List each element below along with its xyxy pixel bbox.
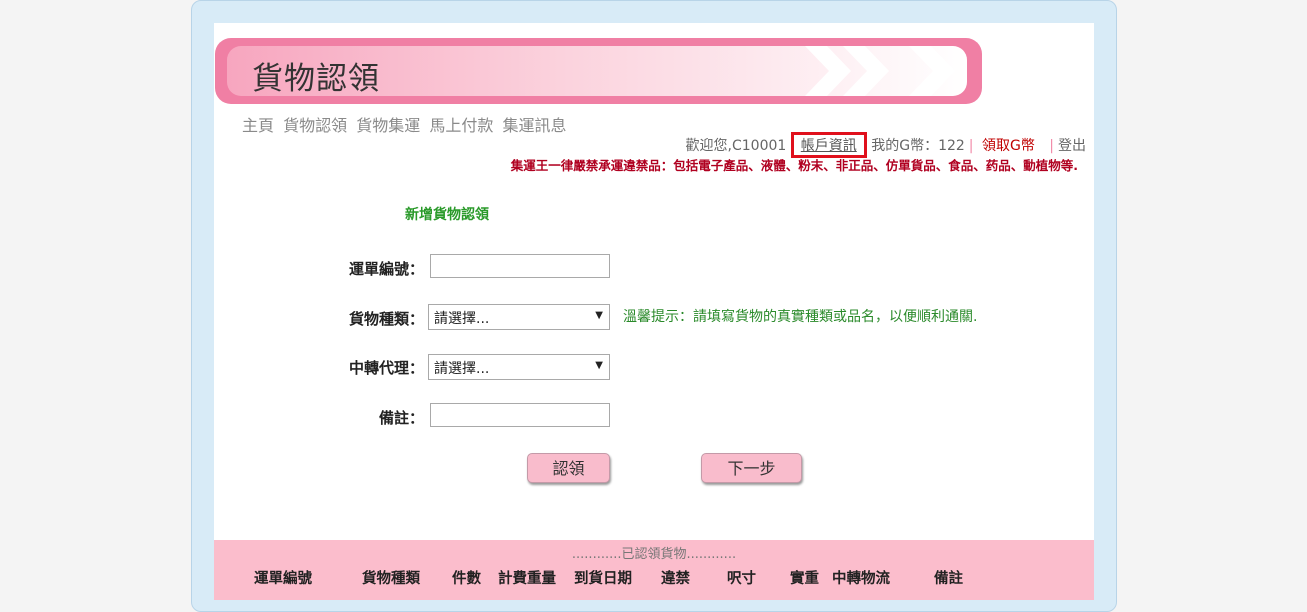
col-waybill: 運單編號 xyxy=(254,571,312,587)
col-cargo-type: 貨物種類 xyxy=(362,571,420,587)
dropdown-arrow-icon: ▼ xyxy=(595,310,603,321)
claim-button[interactable]: 認領 xyxy=(527,453,610,483)
claim-gcoin-link[interactable]: 領取G幣 xyxy=(982,138,1035,154)
header-banner: 貨物認領 xyxy=(215,38,982,104)
col-prohibited: 違禁 xyxy=(661,571,690,587)
nav-item-pay[interactable]: 馬上付款 xyxy=(429,116,493,135)
waybill-label: 運單編號： xyxy=(348,260,424,278)
logout-link[interactable]: 登出 xyxy=(1058,138,1086,154)
nav-item-home[interactable]: 主頁 xyxy=(242,116,274,135)
agent-select[interactable]: 請選擇... ▼ xyxy=(428,354,610,380)
prohibited-notice: 集運王一律嚴禁承運違禁品：包括電子產品、液體、粉末、非正品、仿單貨品、食品、药品… xyxy=(510,158,1078,173)
gcoin-balance: 我的G幣：122 xyxy=(871,138,965,154)
form-title: 新增貨物認領 xyxy=(405,207,489,223)
col-dimensions: 呎寸 xyxy=(727,571,756,587)
col-actual-weight: 實重 xyxy=(790,571,819,587)
hint-text: 溫馨提示：請填寫貨物的真實種類或品名，以便順利通關. xyxy=(623,309,978,325)
waybill-input[interactable] xyxy=(430,254,610,278)
col-pieces: 件數 xyxy=(452,571,481,587)
separator: | xyxy=(968,138,974,154)
agent-value: 請選擇... xyxy=(434,361,490,377)
chevron-arrows-icon xyxy=(805,46,955,96)
cargo-type-label: 貨物種類： xyxy=(348,310,424,328)
col-billing-weight: 計費重量 xyxy=(498,571,556,587)
remark-label: 備註： xyxy=(378,409,424,427)
main-nav: 主頁 貨物認領 貨物集運 馬上付款 集運訊息 xyxy=(242,112,570,136)
cargo-type-select[interactable]: 請選擇... ▼ xyxy=(428,304,610,330)
nav-item-claim[interactable]: 貨物認領 xyxy=(283,116,347,135)
separator: | xyxy=(1049,138,1054,154)
next-step-button[interactable]: 下一步 xyxy=(701,453,802,483)
remark-input[interactable] xyxy=(430,403,610,427)
dropdown-arrow-icon: ▼ xyxy=(595,360,603,371)
col-transit-logistics: 中轉物流 xyxy=(832,571,890,587)
nav-item-consolidate[interactable]: 貨物集運 xyxy=(356,116,420,135)
cargo-type-value: 請選擇... xyxy=(434,311,490,327)
agent-label: 中轉代理： xyxy=(348,359,424,377)
welcome-text: 歡迎您,C10001 xyxy=(685,138,787,154)
claimed-cargo-title: ............已認領貨物............ xyxy=(571,547,737,562)
col-arrival-date: 到貨日期 xyxy=(574,571,632,587)
col-remark: 備註 xyxy=(934,571,963,587)
page-title: 貨物認領 xyxy=(252,61,380,97)
nav-item-messages[interactable]: 集運訊息 xyxy=(502,116,566,135)
claimed-cargo-section: ............已認領貨物............ 運單編號 貨物種類 … xyxy=(214,540,1094,600)
